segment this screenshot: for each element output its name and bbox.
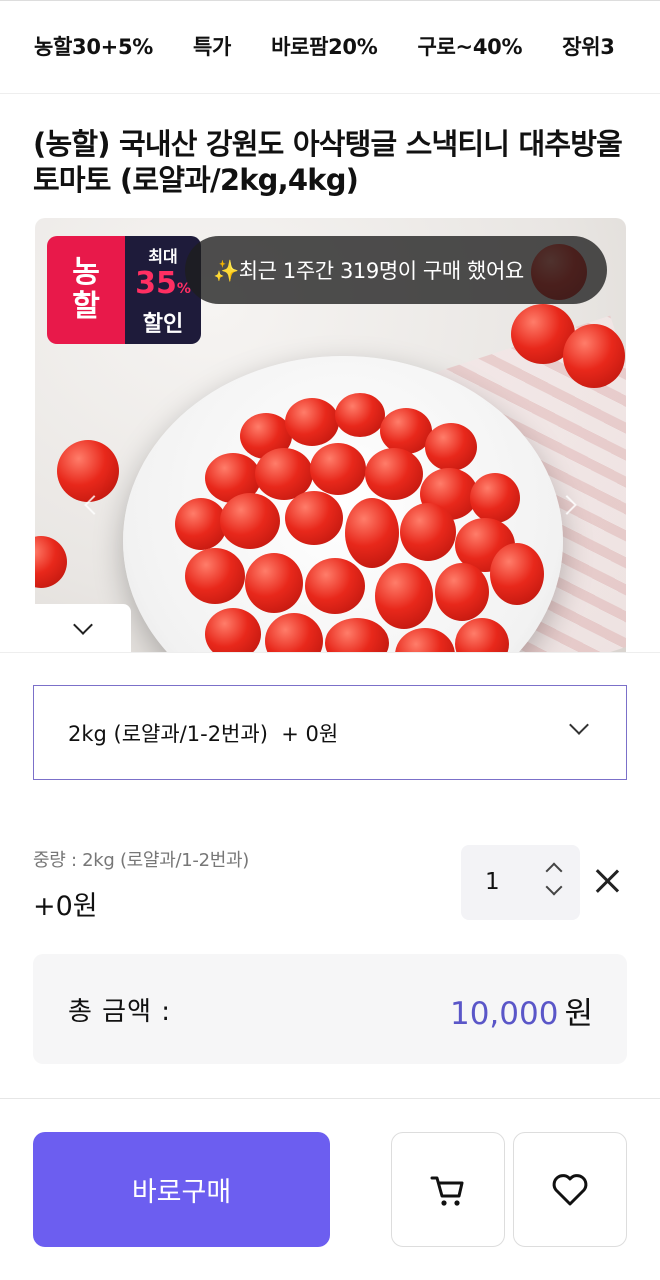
category-tabs: 농할30+5% 특가 바로팜20% 구로~40% 장위3 <box>34 31 615 61</box>
tab-nonghal[interactable]: 농할30+5% <box>34 31 153 61</box>
total-amount-value: 10,000 <box>449 996 559 1032</box>
divider <box>0 1098 660 1099</box>
badge-left-top: 농 <box>72 255 100 290</box>
heart-icon <box>552 1173 588 1205</box>
tab-guro[interactable]: 구로~40% <box>418 31 523 61</box>
loose-tomato <box>57 440 119 502</box>
collapse-toggle[interactable] <box>35 604 131 652</box>
tomato <box>435 563 489 621</box>
total-label: 총 금액 : <box>68 997 172 1027</box>
tomato <box>365 448 423 500</box>
tomato <box>285 491 343 545</box>
tomato <box>305 558 365 614</box>
divider <box>0 652 660 653</box>
tomato <box>470 473 520 523</box>
wishlist-button[interactable] <box>513 1132 627 1247</box>
badge-max: 최대 <box>148 246 178 266</box>
tomato <box>375 563 433 629</box>
category-nav: 농할30+5% 특가 바로팜20% 구로~40% 장위3 <box>0 0 660 94</box>
product-image[interactable]: 농 할 최대 35% 할인 ✨최근 1주간 319명이 구매 했어요 <box>35 218 626 652</box>
option-select[interactable]: 2kg (로얄과/1-2번과) + 0원 <box>33 685 627 780</box>
tomato <box>400 503 456 561</box>
tomato <box>185 548 245 604</box>
quantity-stepper[interactable]: 1 <box>461 845 580 920</box>
tomato <box>395 628 455 652</box>
tomato <box>490 543 544 605</box>
tomato <box>220 493 280 549</box>
cart-button[interactable] <box>391 1132 505 1247</box>
tab-barofarm[interactable]: 바로팜20% <box>271 31 378 61</box>
tomato-pile <box>145 373 545 652</box>
badge-left-bottom: 할 <box>72 289 100 324</box>
tomato <box>345 498 399 568</box>
tomato <box>265 613 323 652</box>
tomato <box>425 423 477 471</box>
tomato <box>325 618 389 652</box>
tab-jangwi[interactable]: 장위3 <box>562 31 615 61</box>
chevron-down-icon[interactable] <box>545 878 563 896</box>
discount-badge: 농 할 최대 35% 할인 <box>47 236 201 344</box>
tomato <box>205 608 261 652</box>
badge-percent-value: 35 <box>135 265 177 301</box>
selected-option-price: +0원 <box>33 891 98 922</box>
tomato <box>245 553 303 613</box>
close-icon[interactable] <box>594 868 620 894</box>
tomato <box>310 443 366 495</box>
total-amount-unit: 원 <box>564 996 593 1032</box>
chevron-down-icon <box>73 615 93 635</box>
loose-tomato <box>35 536 67 588</box>
chevron-up-icon[interactable] <box>545 862 563 880</box>
badge-sale: 할인 <box>142 311 184 337</box>
badge-percent: 35% <box>135 265 191 306</box>
option-selected-value: 2kg (로얄과/1-2번과) + 0원 <box>68 721 339 746</box>
cart-icon <box>430 1176 464 1206</box>
total-price-box: 총 금액 : 10,000 원 <box>33 954 627 1064</box>
tomato <box>455 618 509 652</box>
quantity-value[interactable]: 1 <box>485 869 500 895</box>
tomato <box>335 393 385 437</box>
selected-option-label: 중량 : 2kg (로얄과/1-2번과) <box>33 850 249 871</box>
tab-special[interactable]: 특가 <box>193 31 231 61</box>
product-title: (농할) 국내산 강원도 아삭탱글 스낵티니 대추방울토마토 (로얄과/2kg,… <box>33 127 623 197</box>
tomato <box>285 398 339 446</box>
loose-tomato <box>563 324 625 388</box>
recent-buyers-notice: ✨최근 1주간 319명이 구매 했어요 <box>185 236 607 304</box>
chevron-down-icon <box>569 715 589 735</box>
badge-nonghal: 농 할 <box>47 236 125 344</box>
total-amount: 10,000 원 <box>450 988 593 1033</box>
buy-now-button[interactable]: 바로구매 <box>33 1132 330 1247</box>
